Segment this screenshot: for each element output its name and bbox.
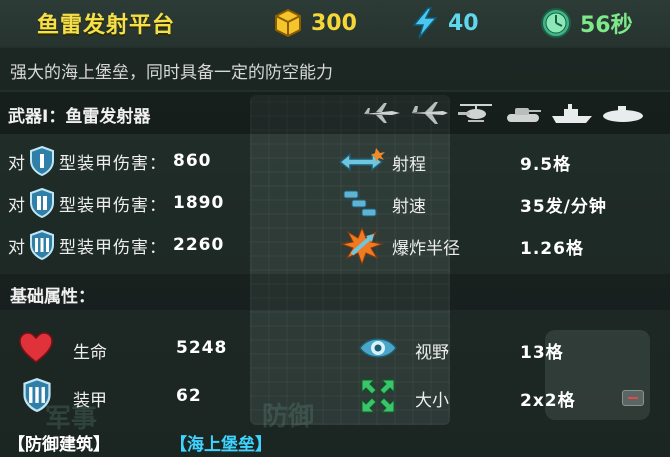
fighter-jet-icon bbox=[411, 102, 448, 124]
ship-icon bbox=[552, 104, 592, 123]
base-stat-name: 视野 bbox=[415, 343, 449, 363]
target-type-icons bbox=[362, 100, 645, 126]
category-tag-defense[interactable]: 【防御建筑】 bbox=[8, 430, 110, 455]
weapon-label: 武器Ⅰ：鱼雷发射器 bbox=[8, 107, 151, 127]
heart-icon bbox=[19, 332, 53, 363]
base-stat-value: 13格 bbox=[520, 343, 564, 363]
against-label: 对 bbox=[8, 195, 25, 216]
submarine-icon bbox=[603, 106, 643, 122]
armor-tier-3-shield-icon bbox=[30, 230, 54, 260]
armor-damage-value: 1890 bbox=[173, 193, 225, 213]
weapon-stat-value: 35发/分钟 bbox=[520, 197, 607, 217]
background-word: 防御 bbox=[262, 402, 315, 432]
blast-radius-icon bbox=[340, 226, 384, 266]
armor-damage-label: 型装甲伤害： bbox=[59, 153, 167, 174]
base-attributes-row bbox=[0, 274, 670, 310]
weapon-stat-value: 9.5格 bbox=[520, 155, 572, 175]
energy-cost: 40 bbox=[410, 7, 479, 39]
base-stat-name: 大小 bbox=[415, 391, 449, 411]
armor-damage-label: 型装甲伤害： bbox=[59, 237, 167, 258]
armor-shield-icon bbox=[23, 378, 51, 412]
base-stat-value: 5248 bbox=[176, 338, 228, 358]
build-time: 56秒 bbox=[540, 7, 633, 39]
armor-tier-1-shield-icon bbox=[30, 146, 54, 176]
against-label: 对 bbox=[8, 153, 25, 174]
energy-value: 40 bbox=[448, 10, 479, 36]
against-label: 对 bbox=[8, 237, 25, 258]
gold-value: 300 bbox=[311, 10, 357, 36]
time-value: 56秒 bbox=[580, 13, 633, 38]
fire-rate-icon bbox=[343, 190, 377, 217]
armor-damage-row: 对 型装甲伤害： 2260 bbox=[8, 228, 224, 262]
gold-cost: 300 bbox=[273, 7, 357, 39]
armor-damage-label: 型装甲伤害： bbox=[59, 195, 167, 216]
collapse-button[interactable] bbox=[622, 390, 644, 406]
weapon-stat-name: 爆炸半径 bbox=[392, 239, 460, 259]
size-arrows-icon bbox=[361, 379, 395, 413]
base-stat-name: 装甲 bbox=[73, 391, 107, 411]
armor-damage-row: 对 型装甲伤害： 1890 bbox=[8, 186, 224, 220]
clock-icon bbox=[541, 8, 571, 38]
eye-icon bbox=[359, 338, 397, 358]
base-stat-value: 2x2格 bbox=[520, 391, 576, 411]
weapon-stat-name: 射速 bbox=[392, 197, 426, 217]
lightning-icon bbox=[412, 7, 438, 39]
category-tag-sea-fortress[interactable]: 【海上堡垒】 bbox=[170, 430, 272, 455]
weapon-stat-name: 射程 bbox=[392, 155, 426, 175]
armor-damage-value: 2260 bbox=[173, 235, 225, 255]
unit-description: 强大的海上堡垒，同时具备一定的防空能力 bbox=[10, 63, 333, 83]
armor-damage-value: 860 bbox=[173, 151, 212, 171]
gold-cube-icon bbox=[275, 8, 301, 38]
base-stat-value: 62 bbox=[176, 386, 202, 406]
weapon-stat-value: 1.26格 bbox=[520, 239, 584, 259]
unit-title: 鱼雷发射平台 bbox=[37, 13, 176, 38]
helicopter-icon bbox=[458, 104, 492, 122]
base-stat-name: 生命 bbox=[73, 343, 107, 363]
armor-damage-row: 对 型装甲伤害： 860 bbox=[8, 144, 212, 178]
base-attributes-label: 基础属性： bbox=[10, 287, 95, 307]
bomber-icon bbox=[364, 103, 400, 123]
tank-icon bbox=[507, 108, 541, 122]
range-arrow-icon bbox=[338, 148, 385, 172]
armor-tier-2-shield-icon bbox=[30, 188, 54, 218]
